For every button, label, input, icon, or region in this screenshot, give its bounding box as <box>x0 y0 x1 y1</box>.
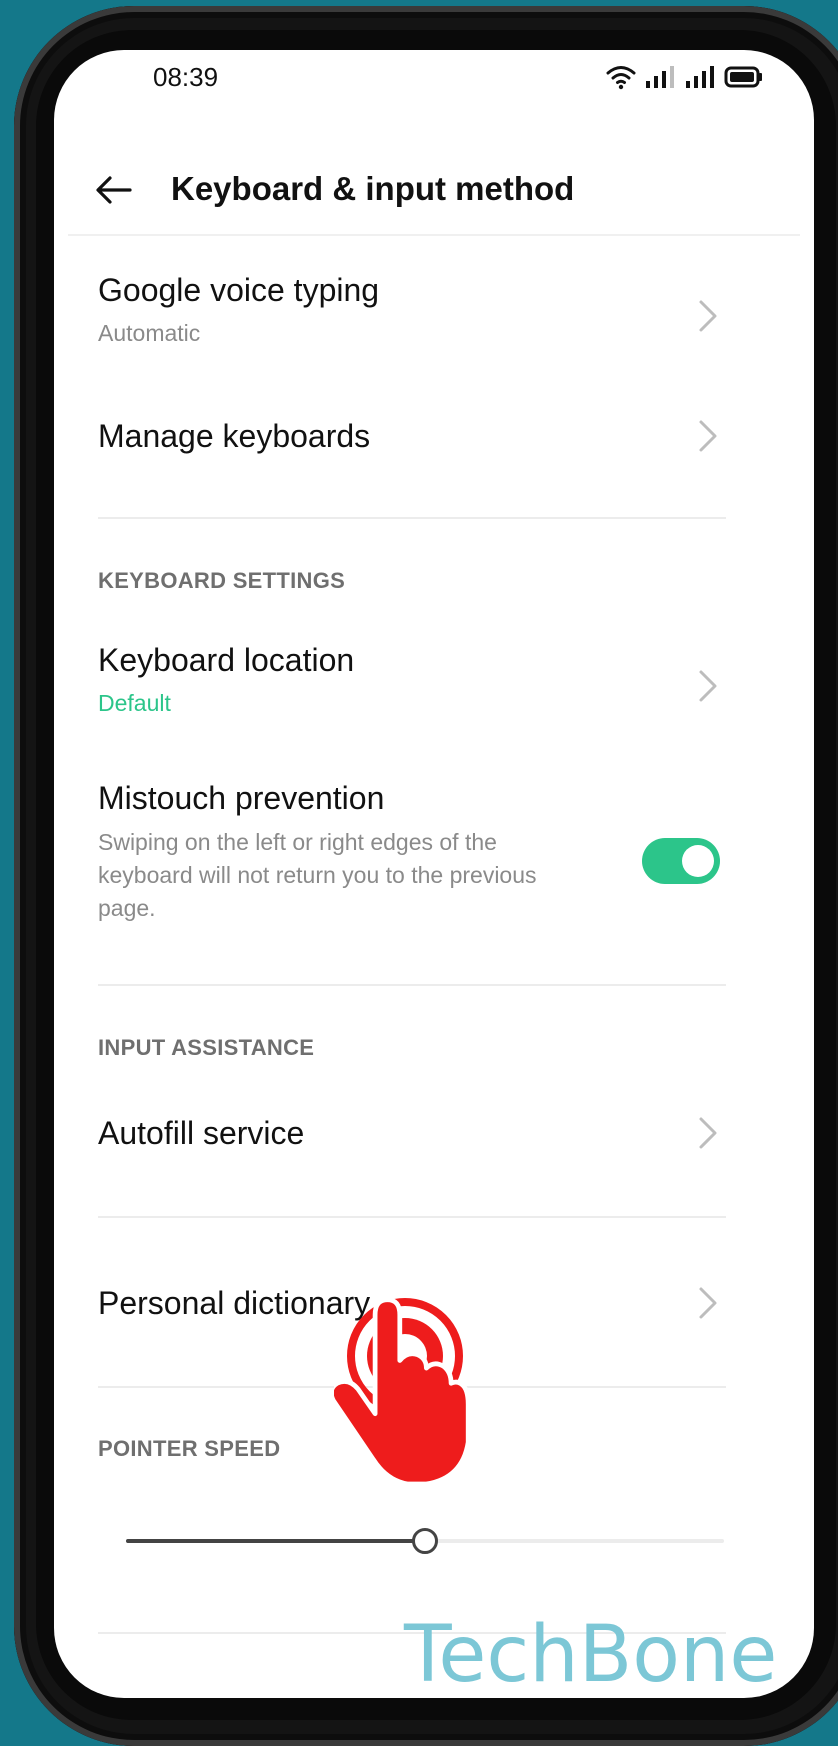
keyboard-settings-header: KEYBOARD SETTINGS <box>98 568 346 593</box>
section-divider <box>98 984 726 986</box>
wifi-icon <box>606 66 636 90</box>
autofill-service-row[interactable]: Autofill service <box>98 1113 720 1173</box>
keyboard-location-row[interactable]: Keyboard location Default <box>98 640 720 740</box>
pointer-speed-slider[interactable] <box>126 1526 724 1556</box>
signal-icon-secondary <box>686 66 714 88</box>
phone-screen: 08:39 Keyboard & input method Google voi… <box>54 50 814 1698</box>
chevron-right-icon <box>699 420 717 452</box>
mistouch-prevention-row[interactable]: Mistouch prevention Swiping on the left … <box>98 778 720 928</box>
status-time: 08:39 <box>153 62 219 92</box>
watermark: TechBone <box>404 1610 778 1698</box>
header-divider <box>68 234 800 236</box>
chevron-right-icon <box>699 1117 717 1149</box>
battery-icon <box>724 66 762 88</box>
mistouch-prevention-toggle[interactable] <box>642 838 720 884</box>
mistouch-prevention-title: Mistouch prevention <box>98 780 385 816</box>
pointer-speed-header: POINTER SPEED <box>98 1436 281 1461</box>
toggle-knob <box>682 845 714 877</box>
chevron-right-icon <box>699 670 717 702</box>
page-header: Keyboard & input method <box>54 150 814 230</box>
chevron-right-icon <box>699 1287 717 1319</box>
page-title: Keyboard & input method <box>171 170 575 207</box>
input-assistance-header: INPUT ASSISTANCE <box>98 1035 315 1060</box>
google-voice-typing-row[interactable]: Google voice typing Automatic <box>98 270 720 370</box>
tap-hand-icon <box>334 1297 471 1487</box>
google-voice-typing-title: Google voice typing <box>98 272 380 308</box>
keyboard-location-subtitle: Default <box>98 690 171 716</box>
row-divider <box>98 1216 726 1218</box>
signal-icon <box>646 66 674 88</box>
status-bar: 08:39 <box>54 50 814 106</box>
slider-thumb[interactable] <box>412 1528 438 1554</box>
mistouch-prevention-description: Swiping on the left or right edges of th… <box>98 829 537 921</box>
keyboard-location-title: Keyboard location <box>98 642 355 678</box>
autofill-service-title: Autofill service <box>98 1115 305 1151</box>
back-button[interactable] <box>90 166 138 214</box>
slider-fill <box>126 1539 425 1543</box>
arrow-left-icon <box>96 176 132 204</box>
section-divider <box>98 517 726 519</box>
manage-keyboards-row[interactable]: Manage keyboards <box>98 416 720 476</box>
chevron-right-icon <box>699 300 717 332</box>
manage-keyboards-title: Manage keyboards <box>98 418 371 454</box>
google-voice-typing-subtitle: Automatic <box>98 320 201 346</box>
status-icons <box>606 64 764 90</box>
